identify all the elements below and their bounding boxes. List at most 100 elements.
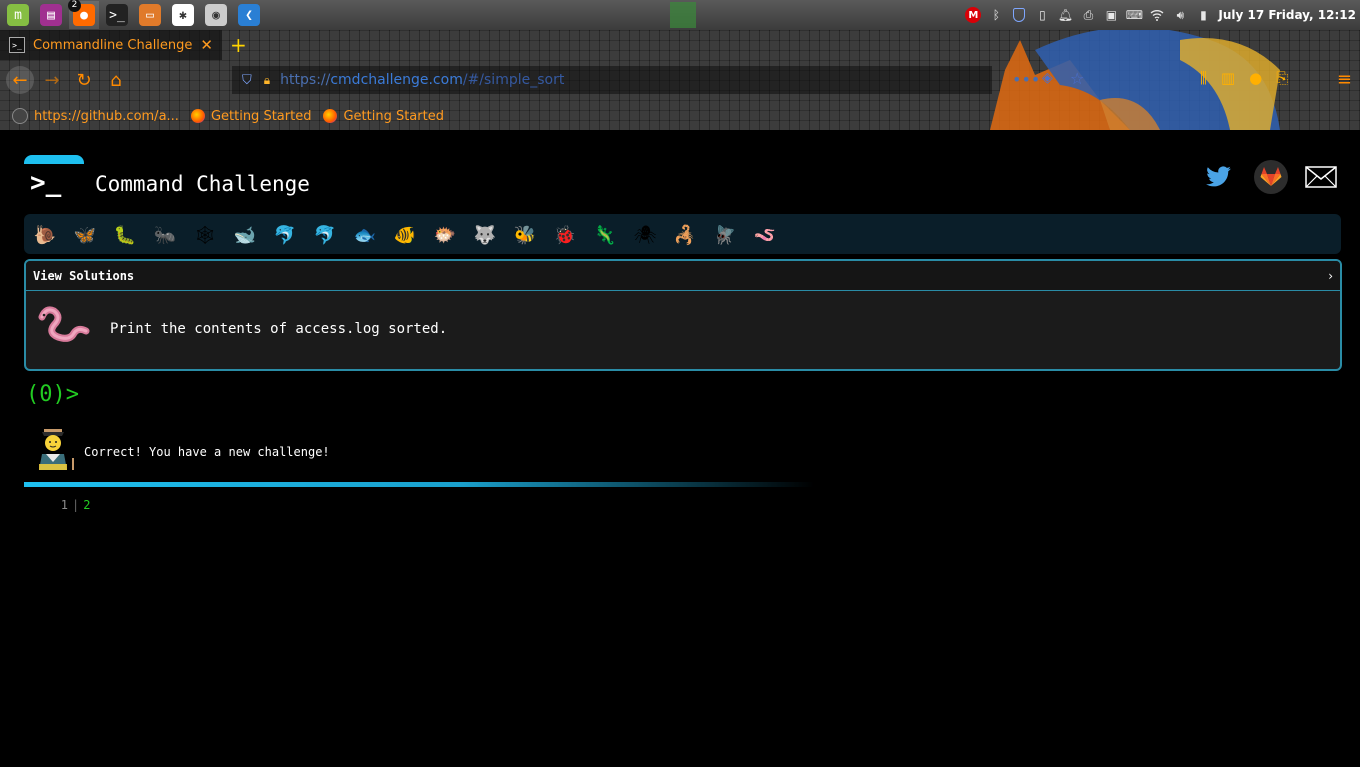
home-button[interactable]: ⌂ bbox=[102, 66, 130, 94]
bookmark-github[interactable]: https://github.com/a... bbox=[12, 108, 179, 124]
terminal-icon: >_ bbox=[106, 4, 128, 26]
taskbar-window-indicator[interactable] bbox=[670, 2, 696, 28]
output-line-value: 2 bbox=[83, 498, 91, 512]
github-icon bbox=[12, 108, 28, 124]
hamburger-menu-icon[interactable]: ≡ bbox=[1337, 69, 1352, 90]
library-icon[interactable]: ⫼ bbox=[1200, 69, 1207, 87]
tab-strip: >_ Commandline Challenge ✕ + bbox=[0, 30, 1360, 60]
whale-icon[interactable]: 🐋 bbox=[232, 222, 258, 248]
screenshot-icon: ◉ bbox=[205, 4, 227, 26]
os-taskbar: m ▤ ● 2 >_ ▭ ✱ ◉ ❮ M ᛒ ▯ 🔔︎ ⎙ ▣ ⌨ 🔊︎ ▮ July 17 F… bbox=[0, 0, 1360, 30]
clock[interactable]: July 17 Friday, 12:12 bbox=[1218, 8, 1356, 22]
spider-web-icon[interactable]: 🕸 bbox=[192, 222, 218, 248]
vscode-launcher[interactable]: ❮ bbox=[234, 1, 264, 29]
blowfish-icon[interactable]: 🐡 bbox=[432, 222, 458, 248]
twitter-icon[interactable] bbox=[1202, 160, 1236, 194]
caterpillar-icon[interactable]: 🐛 bbox=[112, 222, 138, 248]
video-app-icon: ▤ bbox=[40, 4, 62, 26]
screenshot-launcher[interactable]: ◉ bbox=[201, 1, 231, 29]
snail-icon[interactable]: 🐌 bbox=[32, 222, 58, 248]
pocket-icon[interactable]: ◈ bbox=[1042, 70, 1053, 86]
tab-favicon-icon: >_ bbox=[9, 37, 25, 53]
worm-icon[interactable]: 🪱 bbox=[752, 222, 778, 248]
mega-icon[interactable]: M bbox=[965, 7, 982, 23]
butterfly-icon[interactable]: 🦋 bbox=[72, 222, 98, 248]
wolf-icon[interactable]: 🐺 bbox=[472, 222, 498, 248]
bookmark-getting-started-2[interactable]: Getting Started bbox=[323, 109, 444, 124]
back-button[interactable]: ← bbox=[6, 66, 34, 94]
feedback-message: Correct! You have a new challenge! bbox=[84, 445, 330, 459]
site-logo[interactable]: >_ bbox=[24, 164, 84, 206]
mint-menu-launcher[interactable]: m bbox=[3, 1, 33, 29]
files-launcher[interactable]: ▭ bbox=[135, 1, 165, 29]
command-output: 1 | 2 bbox=[56, 498, 91, 512]
dolphin-icon[interactable]: 🐬 bbox=[272, 222, 298, 248]
translate-icon[interactable]: ⎘ bbox=[1276, 69, 1288, 87]
challenge-description: Print the contents of access.log sorted. bbox=[110, 321, 448, 337]
bookmark-label: Getting Started bbox=[343, 108, 444, 124]
gitlab-icon[interactable] bbox=[1254, 160, 1288, 194]
url-text[interactable]: https://cmdchallenge.com/#/simple_sort bbox=[280, 72, 564, 88]
lizard-icon[interactable]: 🦎 bbox=[592, 222, 618, 248]
volume-icon[interactable]: 🔊︎ bbox=[1172, 7, 1188, 23]
bee-icon[interactable]: 🐝 bbox=[512, 222, 538, 248]
wifi-icon[interactable] bbox=[1149, 7, 1165, 23]
url-bar[interactable]: ⛉ 🔒︎ https://cmdchallenge.com/#/simple_s… bbox=[232, 66, 992, 94]
forward-button[interactable]: → bbox=[38, 66, 66, 94]
firefox-launcher[interactable]: ● 2 bbox=[68, 0, 99, 29]
terminal-launcher[interactable]: >_ bbox=[102, 1, 132, 29]
page-content: >_ Command Challenge 🐌 🦋 🐛 🐜 🕸 🐋 🐬 🐬 🐟 🐠 🐡 🐺 🐝 🐞 🦎 🕷 🦂 🪰 🪱… bbox=[0, 130, 1360, 767]
dolphin-2-icon[interactable]: 🐬 bbox=[312, 222, 338, 248]
tab-commandline-challenge[interactable]: >_ Commandline Challenge ✕ bbox=[0, 30, 222, 60]
slack-launcher[interactable]: ✱ bbox=[168, 1, 198, 29]
shield-tray-icon[interactable] bbox=[1011, 7, 1027, 23]
mail-icon[interactable] bbox=[1304, 160, 1338, 194]
bookmark-label: Getting Started bbox=[210, 108, 312, 124]
new-tab-button[interactable]: + bbox=[230, 33, 247, 57]
spider-icon[interactable]: 🕷 bbox=[632, 222, 658, 248]
fly-icon[interactable]: 🪰 bbox=[712, 222, 738, 248]
view-solutions-header[interactable]: View Solutions › bbox=[26, 261, 1340, 291]
logo-text: >_ bbox=[30, 168, 62, 198]
lock-icon[interactable]: 🔒︎ bbox=[264, 73, 270, 88]
slack-icon: ✱ bbox=[172, 4, 194, 26]
challenge-progress-bar: 🐌 🦋 🐛 🐜 🕸 🐋 🐬 🐬 🐟 🐠 🐡 🐺 🐝 🐞 🦎 🕷 🦂 🪰 🪱 bbox=[24, 214, 1341, 254]
account-icon[interactable]: ● bbox=[1249, 69, 1262, 87]
ant-icon[interactable]: 🐜 bbox=[152, 222, 178, 248]
sidebar-icon[interactable]: ▥ bbox=[1221, 69, 1235, 87]
scorpion-icon[interactable]: 🦂 bbox=[672, 222, 698, 248]
video-app-launcher[interactable]: ▤ bbox=[36, 1, 66, 29]
close-tab-icon[interactable]: ✕ bbox=[200, 36, 213, 54]
bluetooth-icon[interactable]: ᛒ bbox=[988, 7, 1004, 23]
output-line-number: 1 bbox=[60, 498, 68, 512]
files-icon: ▭ bbox=[139, 4, 161, 26]
keyboard-icon[interactable]: ⌨ bbox=[1126, 7, 1143, 23]
tracking-protection-icon[interactable]: ⛉ bbox=[242, 73, 252, 88]
clipboard-icon[interactable]: ▯ bbox=[1034, 7, 1050, 23]
ladybug-icon[interactable]: 🐞 bbox=[552, 222, 578, 248]
reload-button[interactable]: ↻ bbox=[70, 66, 98, 94]
bookmark-getting-started[interactable]: Getting Started bbox=[190, 108, 312, 124]
bookmark-star-icon[interactable]: ☆ bbox=[1070, 69, 1084, 88]
url-host: cmdchallenge.com bbox=[330, 72, 463, 88]
progress-line bbox=[24, 482, 814, 487]
browser-chrome: >_ Commandline Challenge ✕ + ← → ↻ ⌂ ⛉ 🔒… bbox=[0, 30, 1360, 130]
battery-icon[interactable]: ▮ bbox=[1195, 7, 1211, 23]
worm-icon bbox=[38, 306, 90, 342]
fish-icon[interactable]: 🐟 bbox=[352, 222, 378, 248]
output-line-separator: | bbox=[72, 498, 80, 512]
graduate-avatar-icon bbox=[39, 429, 74, 470]
tab-title: Commandline Challenge bbox=[33, 37, 193, 53]
update-icon[interactable]: ▣ bbox=[1103, 7, 1119, 23]
notification-bell-icon[interactable]: 🔔︎ bbox=[1057, 7, 1073, 23]
tropical-fish-icon[interactable]: 🐠 bbox=[392, 222, 418, 248]
taskbar-apps: m ▤ ● 2 >_ ▭ ✱ ◉ ❮ bbox=[0, 0, 264, 29]
firefox-icon bbox=[190, 109, 205, 123]
printer-icon[interactable]: ⎙ bbox=[1080, 7, 1096, 23]
firefox-icon bbox=[323, 109, 338, 123]
bookmarks-bar: https://github.com/a... Getting Started … bbox=[0, 104, 1360, 128]
page-actions-icon[interactable]: ••• bbox=[1012, 70, 1040, 89]
mint-menu-icon: m bbox=[7, 4, 29, 26]
command-prompt[interactable]: (0)> bbox=[26, 382, 79, 407]
site-title: Command Challenge bbox=[95, 172, 310, 196]
